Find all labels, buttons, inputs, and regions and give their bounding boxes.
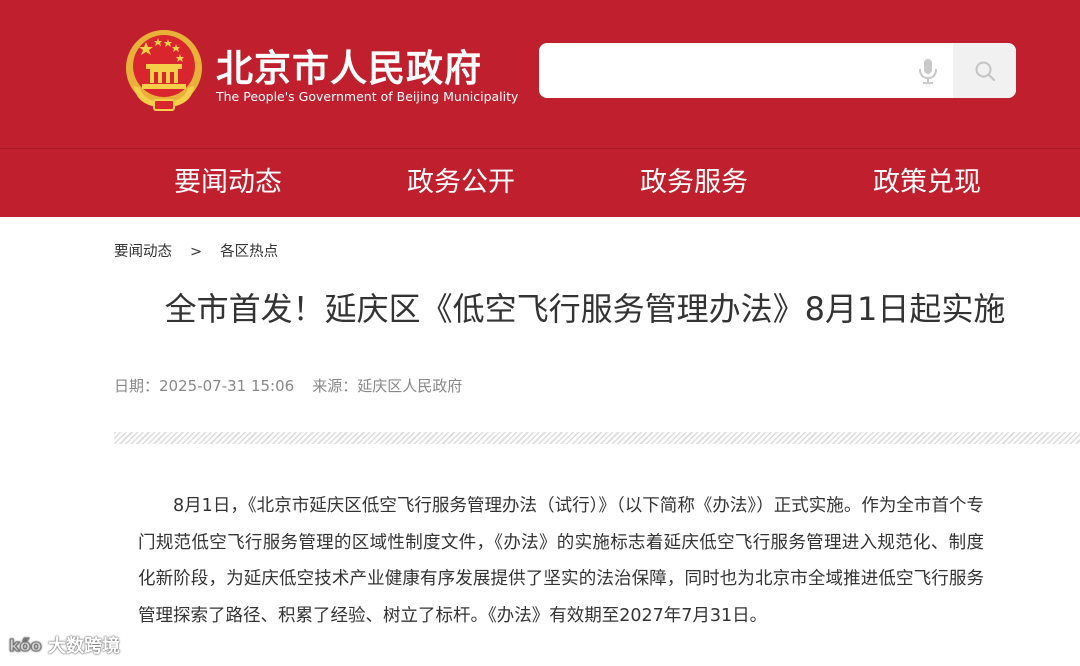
breadcrumb-separator: > <box>190 244 203 260</box>
national-emblem-icon[interactable] <box>124 28 204 112</box>
breadcrumb-link-district-hotspots[interactable]: 各区热点 <box>220 244 278 260</box>
search-button[interactable] <box>953 43 1016 98</box>
article-date: 2025-07-31 15:06 <box>159 377 295 395</box>
nav-item-news[interactable]: 要闻动态 <box>174 149 282 217</box>
nav-item-policy-fulfillment[interactable]: 政策兑现 <box>873 149 981 217</box>
breadcrumb-link-news[interactable]: 要闻动态 <box>114 244 172 260</box>
article-source: 延庆区人民政府 <box>357 377 463 395</box>
nav-item-government-affairs[interactable]: 政务公开 <box>407 149 515 217</box>
microphone-icon[interactable] <box>917 58 939 84</box>
site-title[interactable]: 北京市人民政府 <box>216 38 482 92</box>
date-label: 日期： <box>114 377 160 395</box>
article-body: 8月1日，《北京市延庆区低空飞行服务管理办法（试行）》（以下简称《办法》）正式实… <box>138 496 984 626</box>
site-subtitle: The People's Government of Beijing Munic… <box>216 89 519 104</box>
site-header: 北京市人民政府 The People's Government of Beiji… <box>0 0 1080 148</box>
nav-item-government-services[interactable]: 政务服务 <box>640 149 748 217</box>
divider <box>114 432 1080 444</box>
search-box <box>539 43 1016 98</box>
search-icon <box>975 61 995 81</box>
article-title: 全市首发！延庆区《低空飞行服务管理办法》8月1日起实施 <box>164 290 1006 328</box>
main-nav: 要闻动态 政务公开 政务服务 政策兑现 <box>0 148 1080 217</box>
watermark: kőo 大数跨境 <box>8 632 120 658</box>
watermark-text: 大数跨境 <box>48 636 120 657</box>
watermark-logo-icon: kőo <box>9 636 42 656</box>
svg-text:kőo: kőo <box>9 636 42 655</box>
article-meta: 日期：2025-07-31 15:06 来源：延庆区人民政府 <box>114 375 462 396</box>
breadcrumb: 要闻动态 > 各区热点 <box>114 240 278 261</box>
search-input[interactable] <box>539 43 927 98</box>
source-label: 来源： <box>312 377 358 395</box>
